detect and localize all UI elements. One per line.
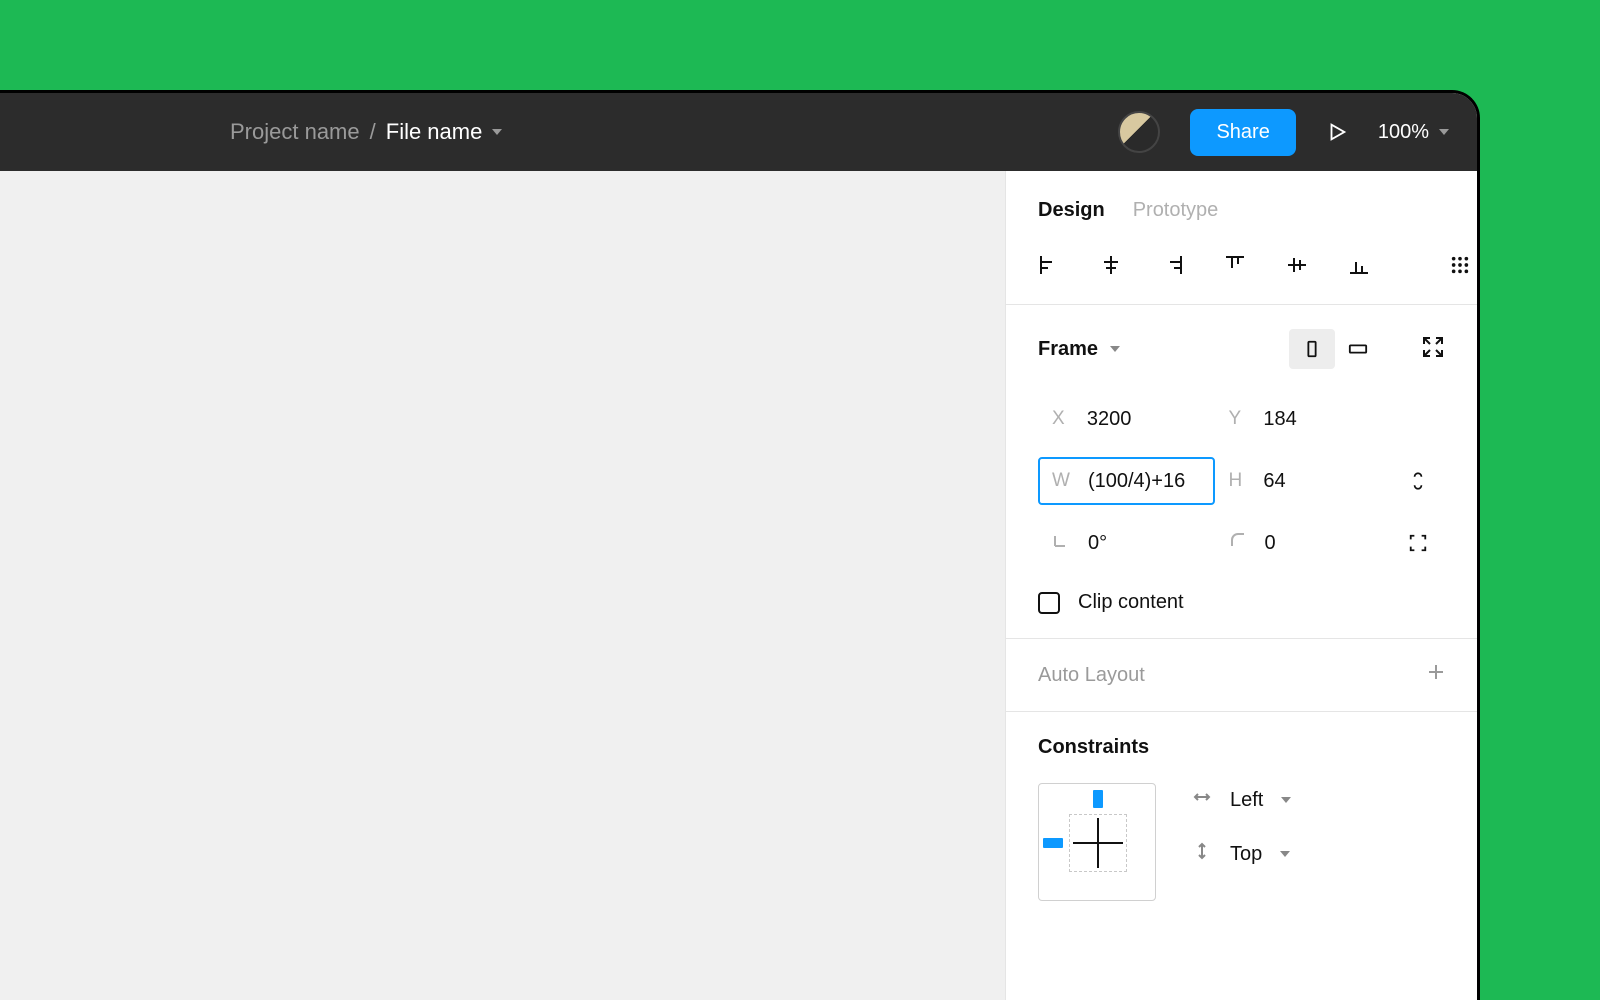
rotation-field[interactable] — [1038, 519, 1215, 567]
present-button[interactable] — [1326, 121, 1348, 143]
x-input[interactable] — [1087, 408, 1201, 431]
tab-prototype[interactable]: Prototype — [1133, 199, 1219, 222]
chevron-down-icon — [1478, 262, 1480, 268]
orientation-portrait-button[interactable] — [1289, 329, 1335, 369]
width-input[interactable] — [1088, 470, 1201, 493]
rotation-icon — [1052, 531, 1070, 555]
align-right-icon[interactable] — [1162, 254, 1184, 276]
align-horizontal-center-icon[interactable] — [1100, 254, 1122, 276]
align-bottom-icon[interactable] — [1348, 254, 1370, 276]
frame-label: Frame — [1038, 338, 1098, 361]
tidy-up-button[interactable] — [1450, 255, 1480, 275]
tab-design[interactable]: Design — [1038, 199, 1105, 222]
chevron-down-icon — [1281, 797, 1291, 803]
corner-radius-input[interactable] — [1265, 532, 1378, 555]
clip-content-checkbox[interactable] — [1038, 592, 1060, 614]
vertical-arrow-icon — [1192, 841, 1212, 867]
orientation-landscape-button[interactable] — [1335, 329, 1381, 369]
constraint-top-indicator — [1093, 790, 1103, 808]
frame-section: Frame — [1006, 305, 1477, 639]
auto-layout-label: Auto Layout — [1038, 664, 1145, 687]
height-input[interactable] — [1263, 470, 1377, 493]
orientation-toggle — [1289, 329, 1381, 369]
app-window: Project name / File name Share 100% Desi — [0, 90, 1480, 1000]
x-field[interactable]: X — [1038, 395, 1215, 443]
toolbar: Project name / File name Share 100% — [0, 93, 1477, 171]
corner-radius-field[interactable] — [1215, 519, 1392, 567]
properties-panel: Design Prototype — [1005, 171, 1477, 1000]
constraint-left-indicator — [1043, 838, 1063, 848]
lock-aspect-button[interactable] — [1391, 469, 1445, 493]
zoom-value: 100% — [1378, 121, 1429, 144]
clip-content-label: Clip content — [1078, 591, 1184, 614]
vertical-constraint-value: Top — [1230, 843, 1262, 866]
align-top-icon[interactable] — [1224, 254, 1246, 276]
avatar[interactable] — [1118, 111, 1160, 153]
add-auto-layout-button[interactable] — [1427, 663, 1445, 687]
frame-preset-dropdown[interactable]: Frame — [1038, 338, 1120, 361]
y-field[interactable]: Y — [1215, 395, 1392, 443]
constraints-section: Constraints Left — [1006, 712, 1477, 925]
vertical-constraint-dropdown[interactable]: Top — [1192, 841, 1291, 867]
resize-to-fit-button[interactable] — [1421, 335, 1445, 364]
independent-corners-button[interactable] — [1391, 531, 1445, 555]
width-field[interactable]: W — [1038, 457, 1215, 505]
horizontal-constraint-value: Left — [1230, 789, 1263, 812]
alignment-controls — [1006, 242, 1477, 305]
y-label: Y — [1229, 408, 1246, 430]
chevron-down-icon — [1280, 851, 1290, 857]
rotation-input[interactable] — [1088, 532, 1201, 555]
constraints-picker[interactable] — [1038, 783, 1156, 901]
breadcrumb: Project name / File name — [230, 119, 502, 145]
panel-tabs: Design Prototype — [1006, 171, 1477, 242]
y-input[interactable] — [1263, 408, 1377, 431]
project-name[interactable]: Project name — [230, 119, 360, 145]
breadcrumb-separator: / — [370, 119, 376, 145]
horizontal-arrow-icon — [1192, 787, 1212, 813]
file-name: File name — [386, 119, 483, 145]
chevron-down-icon — [1439, 129, 1449, 135]
x-label: X — [1052, 408, 1069, 430]
h-label: H — [1229, 470, 1246, 492]
corner-radius-icon — [1229, 531, 1247, 555]
constraints-label: Constraints — [1038, 736, 1445, 759]
chevron-down-icon — [1110, 346, 1120, 352]
horizontal-constraint-dropdown[interactable]: Left — [1192, 787, 1291, 813]
align-vertical-center-icon[interactable] — [1286, 254, 1308, 276]
file-name-dropdown[interactable]: File name — [386, 119, 503, 145]
zoom-dropdown[interactable]: 100% — [1378, 121, 1449, 144]
w-label: W — [1052, 470, 1070, 492]
share-button[interactable]: Share — [1190, 109, 1295, 156]
align-left-icon[interactable] — [1038, 254, 1060, 276]
canvas[interactable] — [0, 171, 1005, 1000]
height-field[interactable]: H — [1215, 457, 1392, 505]
chevron-down-icon — [492, 129, 502, 135]
auto-layout-section: Auto Layout — [1006, 639, 1477, 712]
clip-content-row[interactable]: Clip content — [1038, 591, 1445, 614]
